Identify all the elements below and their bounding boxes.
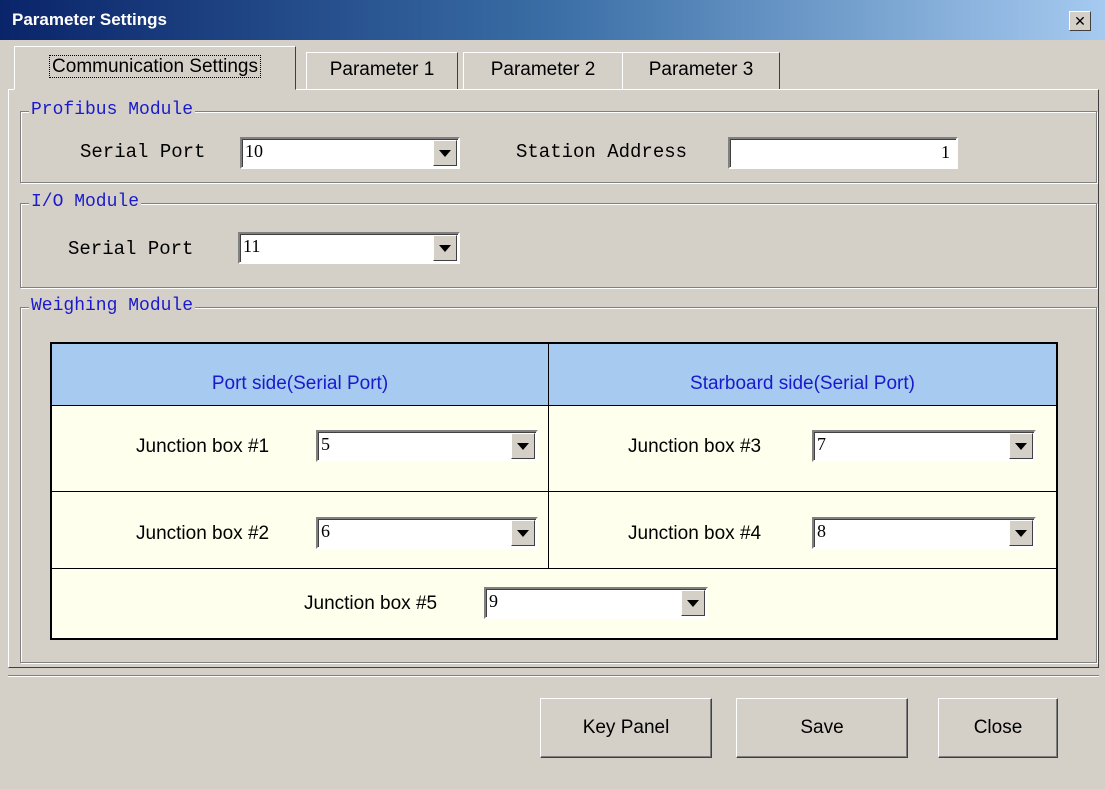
weighing-table: Port side(Serial Port) Starboard side(Se…	[50, 342, 1058, 640]
weighing-module-legend: Weighing Module	[29, 296, 196, 316]
input-value: 1	[941, 142, 950, 162]
selected-value: 6	[321, 521, 330, 541]
selected-value: 5	[321, 434, 330, 454]
io-serial-port-select[interactable]: 11	[238, 232, 460, 264]
junction-box-2-select[interactable]: 6	[316, 517, 538, 549]
tab-label: Parameter 2	[490, 59, 596, 80]
footer-separator	[8, 675, 1099, 677]
dropdown-button[interactable]	[511, 433, 535, 459]
close-icon: ✕	[1074, 13, 1086, 29]
dropdown-button[interactable]	[1009, 520, 1033, 546]
key-panel-button[interactable]: Key Panel	[540, 698, 712, 758]
dropdown-button[interactable]	[681, 590, 705, 616]
chevron-down-icon	[517, 530, 529, 537]
chevron-down-icon	[1015, 530, 1027, 537]
chevron-down-icon	[517, 443, 529, 450]
junction-box-3-label: Junction box #3	[628, 436, 762, 457]
tab-communication-settings[interactable]: Communication Settings	[14, 46, 296, 90]
io-module-legend: I/O Module	[29, 192, 142, 212]
dropdown-button[interactable]	[433, 235, 457, 261]
io-serial-port-label: Serial Port	[68, 238, 194, 260]
window-title: Parameter Settings	[12, 10, 167, 29]
profibus-module-legend: Profibus Module	[29, 100, 196, 120]
tab-label: Parameter 1	[329, 59, 435, 80]
title-bar[interactable]: Parameter Settings ✕	[0, 0, 1105, 40]
junction-box-4-label: Junction box #4	[628, 523, 762, 544]
dropdown-button[interactable]	[433, 140, 457, 166]
tab-parameter-2[interactable]: Parameter 2	[463, 52, 623, 90]
parameter-settings-dialog: Parameter Settings ✕ Communication Setti…	[0, 0, 1105, 789]
row-divider	[52, 568, 1056, 569]
station-address-label: Station Address	[516, 141, 688, 163]
junction-box-5-select[interactable]: 9	[484, 587, 708, 619]
port-side-header: Port side(Serial Port)	[52, 344, 548, 406]
selected-value: 9	[489, 591, 498, 611]
row-divider	[52, 491, 1056, 492]
junction-box-2-label: Junction box #2	[136, 523, 270, 544]
tab-label: Communication Settings	[49, 55, 261, 78]
tab-label: Parameter 3	[648, 59, 754, 80]
junction-box-3-select[interactable]: 7	[812, 430, 1036, 462]
chevron-down-icon	[439, 245, 451, 252]
save-button[interactable]: Save	[736, 698, 908, 758]
selected-value: 11	[243, 236, 261, 256]
chevron-down-icon	[439, 150, 451, 157]
junction-box-4-select[interactable]: 8	[812, 517, 1036, 549]
dropdown-button[interactable]	[511, 520, 535, 546]
chevron-down-icon	[687, 600, 699, 607]
selected-value: 7	[817, 434, 826, 454]
close-button[interactable]: Close	[938, 698, 1058, 758]
selected-value: 10	[245, 141, 263, 161]
profibus-serial-port-label: Serial Port	[80, 141, 206, 163]
selected-value: 8	[817, 521, 826, 541]
close-window-button[interactable]: ✕	[1069, 11, 1091, 31]
dropdown-button[interactable]	[1009, 433, 1033, 459]
tab-parameter-1[interactable]: Parameter 1	[306, 52, 458, 90]
profibus-serial-port-select[interactable]: 10	[240, 137, 460, 169]
chevron-down-icon	[1015, 443, 1027, 450]
starboard-side-header: Starboard side(Serial Port)	[549, 344, 1056, 406]
tab-parameter-3[interactable]: Parameter 3	[622, 52, 780, 90]
column-divider	[548, 344, 549, 568]
junction-box-5-label: Junction box #5	[304, 593, 438, 614]
station-address-input[interactable]: 1	[728, 137, 958, 169]
junction-box-1-label: Junction box #1	[136, 436, 270, 457]
junction-box-1-select[interactable]: 5	[316, 430, 538, 462]
